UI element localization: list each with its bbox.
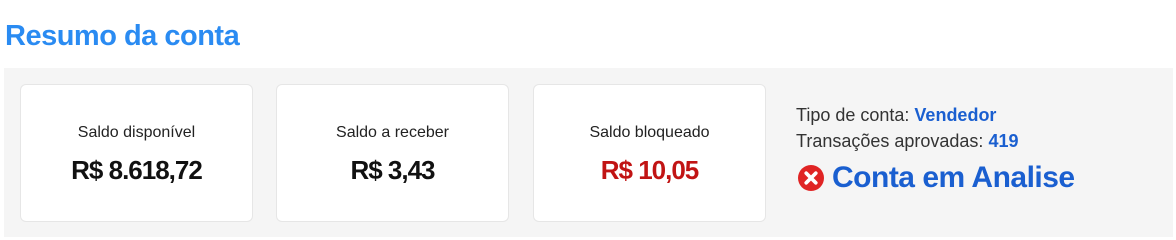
account-type-line: Tipo de conta: Vendedor — [796, 102, 1166, 128]
blocked-balance-card: Saldo bloqueado R$ 10,05 — [533, 84, 766, 222]
account-info: Tipo de conta: Vendedor Transações aprov… — [796, 102, 1166, 198]
approved-transactions-label: Transações aprovadas: — [796, 131, 984, 151]
account-summary-panel: Saldo disponível R$ 8.618,72 Saldo a rec… — [4, 68, 1173, 237]
error-circle-icon — [798, 165, 824, 191]
account-type-label: Tipo de conta: — [796, 105, 910, 125]
available-balance-card: Saldo disponível R$ 8.618,72 — [20, 84, 253, 222]
blocked-balance-label: Saldo bloqueado — [589, 124, 710, 141]
available-balance-value: R$ 8.618,72 — [71, 155, 203, 185]
account-status: Conta em Analise — [796, 158, 1166, 198]
approved-transactions-value: 419 — [988, 131, 1019, 151]
receivable-balance-value: R$ 3,43 — [350, 155, 435, 185]
available-balance-label: Saldo disponível — [77, 124, 196, 141]
account-status-text: Conta em Analise — [832, 161, 1075, 194]
account-type-value: Vendedor — [914, 105, 997, 125]
receivable-balance-label: Saldo a receber — [336, 124, 449, 141]
approved-transactions-line: Transações aprovadas: 419 — [796, 128, 1166, 154]
page-title: Resumo da conta — [5, 20, 240, 52]
receivable-balance-card: Saldo a receber R$ 3,43 — [276, 84, 509, 222]
blocked-balance-value: R$ 10,05 — [600, 155, 700, 185]
